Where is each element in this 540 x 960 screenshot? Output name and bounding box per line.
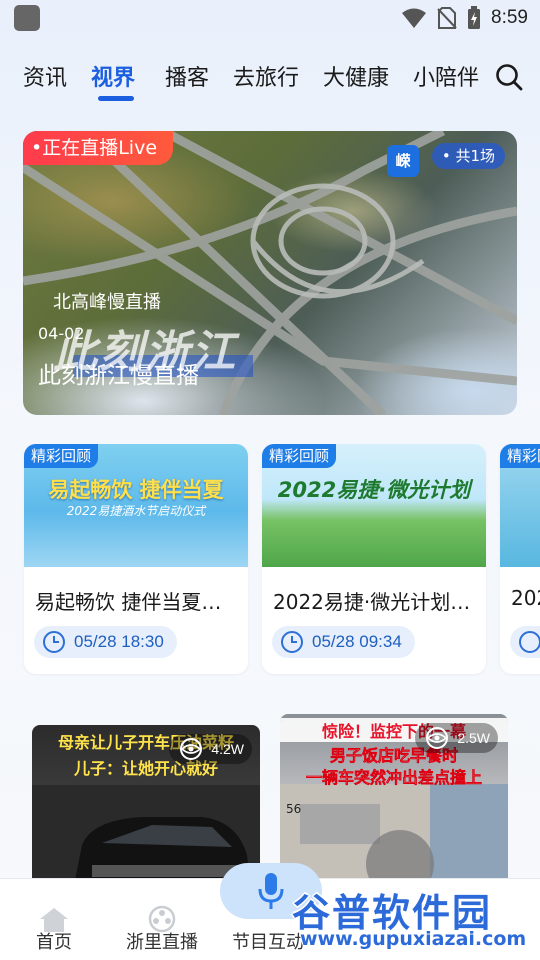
bottom-tab-label: 浙里直播 (126, 932, 198, 953)
clock-icon (281, 631, 303, 653)
tab-health[interactable]: 大健康 (323, 60, 389, 92)
replay-thumbnail: 精彩回顾 (500, 444, 540, 567)
live-count-badge[interactable]: • 共1场 (431, 143, 505, 169)
tab-news[interactable]: 资讯 (23, 60, 67, 92)
bottom-tab-home[interactable]: 首页 (4, 879, 104, 960)
tab-travel[interactable]: 去旅行 (233, 60, 299, 92)
tab-companion[interactable]: 小陪伴 (413, 60, 479, 92)
mic-icon (258, 873, 284, 909)
replay-time: 05/28 18:30 (74, 632, 164, 651)
replay-tag: 精彩回顾 (262, 444, 337, 468)
bottom-tab-label: 首页 (36, 932, 72, 953)
active-tab-indicator (98, 96, 134, 101)
live-now-badge: •正在直播Live (23, 131, 174, 165)
search-icon (496, 64, 523, 91)
replay-title: 2022 (511, 586, 540, 610)
view-count: 2.5W (457, 730, 490, 746)
bottom-tab-live[interactable]: 浙里直播 (112, 879, 212, 960)
hero-subtitle: 北高峰慢直播 (53, 292, 161, 313)
eye-icon (180, 738, 203, 760)
site-watermark-logo: 谷普软件园 www.gupuxiazai.com (292, 882, 538, 954)
hero-date: 04-02 (38, 324, 85, 343)
app-notification-icon (14, 5, 40, 31)
status-bar: 8:59 (0, 0, 540, 36)
tab-podcast[interactable]: 播客 (165, 60, 209, 92)
view-count: 4.2W (211, 741, 244, 757)
status-icons: 8:59 (401, 6, 528, 30)
site-watermark-url: www.gupuxiazai.com (300, 928, 527, 950)
video-card[interactable]: 惊险！监控下的一幕 男子饭店吃早餐时 一辆车突然冲出差点撞上 56 2.5W (280, 714, 508, 884)
thumb-headline: 2022易捷·微光计划 (277, 478, 471, 502)
video-headline-3: 一辆车突然冲出差点撞上 (305, 768, 483, 788)
clock-icon (43, 631, 65, 653)
replay-card[interactable]: 易起畅饮 捷伴当夏 2022易捷酒水节启动仪式 精彩回顾 易起畅饮 捷伴当夏 2… (24, 444, 248, 674)
hero-title: 此刻浙江慢直播 (38, 363, 199, 389)
battery-charging-icon (468, 6, 481, 29)
channel-logo: 嵘 (387, 145, 419, 177)
top-category-nav: 资讯 视界 播客 去旅行 大健康 小陪伴 (0, 52, 540, 102)
replay-title: 2022易捷·微光计划启动仪式 (273, 590, 479, 614)
eye-icon (426, 727, 449, 749)
wifi-icon (402, 8, 427, 28)
replay-time-pill: 05/28 09:34 (272, 626, 415, 658)
replay-carousel[interactable]: 易起畅饮 捷伴当夏 2022易捷酒水节启动仪式 精彩回顾 易起畅饮 捷伴当夏 2… (0, 444, 540, 676)
cctv-timestamp: 56 (286, 802, 302, 816)
replay-time-pill (510, 626, 540, 658)
replay-thumbnail: 易起畅饮 捷伴当夏 2022易捷酒水节启动仪式 精彩回顾 (24, 444, 248, 567)
clock: 8:59 (491, 7, 528, 28)
replay-time: 05/28 09:34 (312, 632, 402, 651)
no-sim-icon (437, 7, 457, 29)
replay-card[interactable]: 2022易捷·微光计划 精彩回顾 2022易捷·微光计划启动仪式 05/28 0… (262, 444, 486, 674)
video-card[interactable]: 母亲让儿子开车压油菜籽 儿子：让她开心就好 4.2W (32, 725, 260, 884)
tab-vision[interactable]: 视界 (91, 60, 135, 92)
replay-tag: 精彩回顾 (24, 444, 99, 468)
replay-tag: 精彩回顾 (500, 444, 540, 468)
replay-card[interactable]: 精彩回顾 2022 (500, 444, 540, 674)
thumb-subheadline: 2022易捷酒水节启动仪式 (66, 504, 206, 518)
video-feed: 母亲让儿子开车压油菜籽 儿子：让她开心就好 4.2W 惊险！监控下的一幕 男子饭… (0, 714, 540, 884)
thumb-headline: 易起畅饮 捷伴当夏 (48, 478, 224, 502)
search-button[interactable] (494, 62, 524, 92)
replay-thumbnail: 2022易捷·微光计划 精彩回顾 (262, 444, 486, 567)
view-count-pill: 2.5W (415, 723, 498, 753)
live-hero-card[interactable]: •正在直播Live 嵘 • 共1场 此刻浙江 北高峰慢直播 04-02 此刻浙江… (23, 131, 517, 415)
replay-time-pill: 05/28 18:30 (34, 626, 177, 658)
replay-title: 易起畅饮 捷伴当夏 2022易捷酒水节启动仪式 (35, 590, 241, 614)
view-count-pill: 4.2W (169, 734, 252, 764)
clock-icon (519, 631, 540, 653)
